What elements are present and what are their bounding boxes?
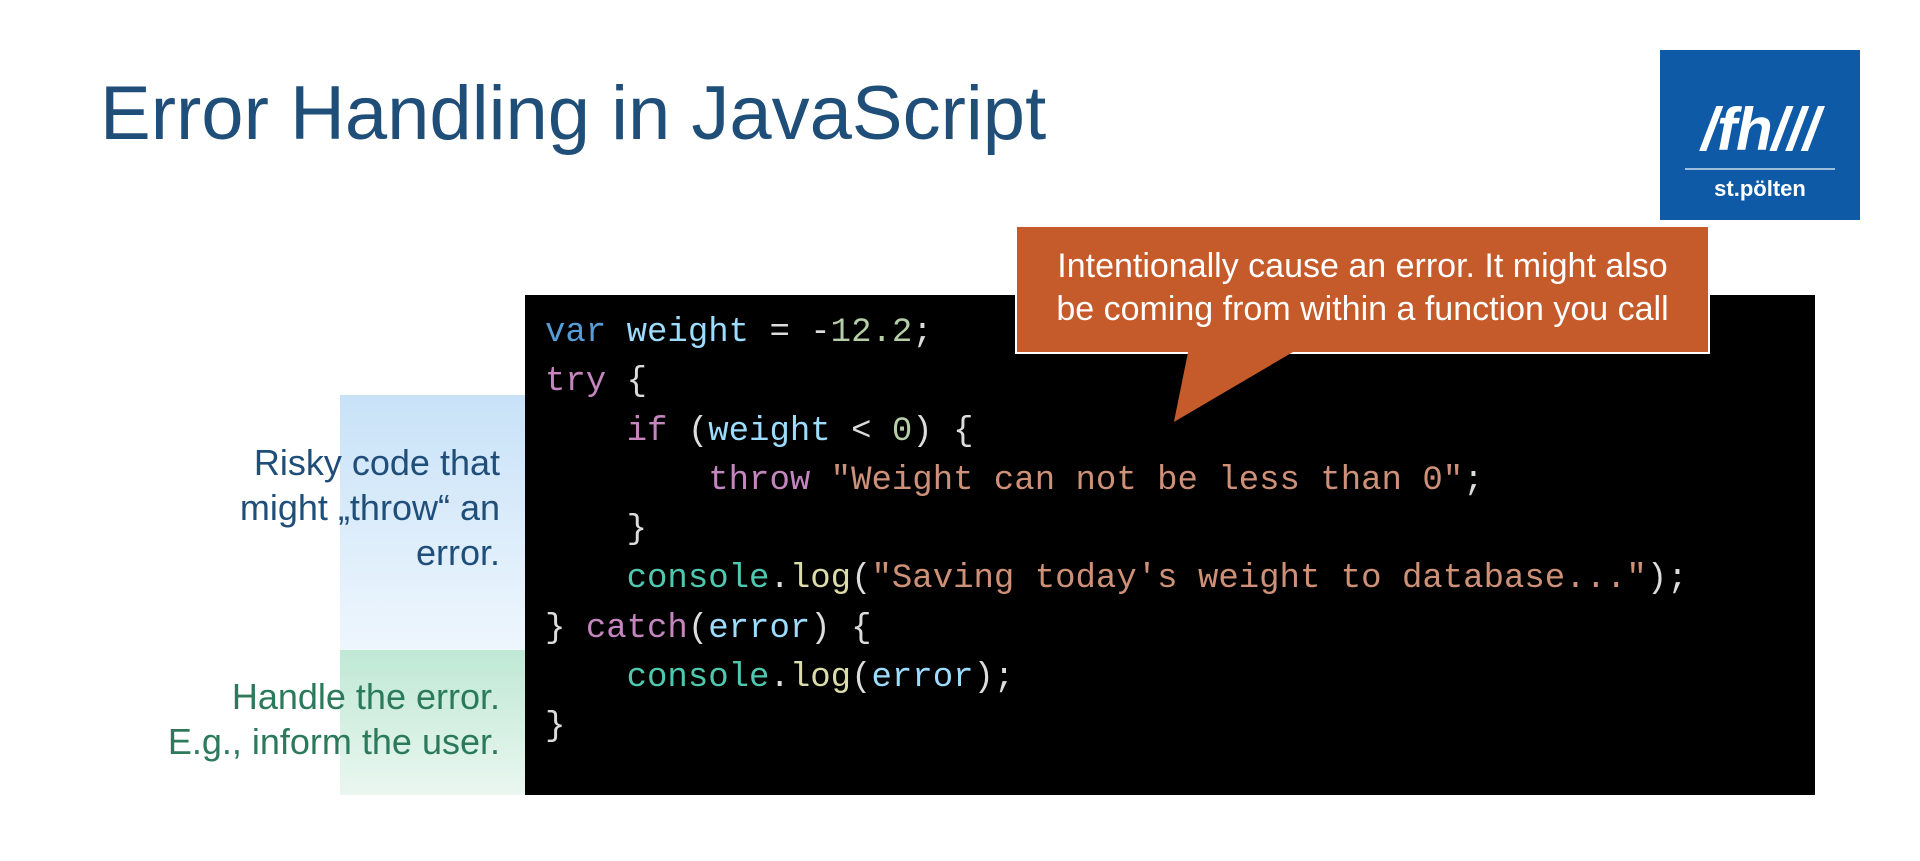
obj-console2: console (627, 659, 770, 697)
fn-log1: log (790, 560, 851, 598)
kw-try: try (545, 363, 606, 401)
str-log1: "Saving today's weight to database..." (871, 560, 1646, 598)
callout-bubble: Intentionally cause an error. It might a… (1015, 225, 1710, 354)
paren-close: ) { (912, 413, 973, 451)
kw-catch: catch (586, 610, 688, 648)
op-assign: = (749, 314, 810, 352)
paren-open: ( (667, 413, 708, 451)
kw-var: var (545, 314, 606, 352)
id-weight: weight (627, 314, 749, 352)
catch-paren-open: ( (688, 610, 708, 648)
fh-logo: /fh/// st.pölten (1660, 50, 1860, 220)
id-weight2: weight (708, 413, 830, 451)
brace-close-catch: } (545, 708, 565, 746)
dot2: . (769, 659, 789, 697)
semi2: ; (1463, 462, 1483, 500)
obj-console1: console (627, 560, 770, 598)
op-lt: < (831, 413, 892, 451)
code-block: var weight = -12.2; try { if (weight < 0… (525, 295, 1815, 795)
slide-title: Error Handling in JavaScript (100, 70, 1046, 157)
str-throw: "Weight can not be less than 0" (831, 462, 1464, 500)
logo-main: /fh/// (1701, 100, 1818, 160)
id-error-arg: error (871, 659, 973, 697)
brace-close-try: } (545, 610, 586, 648)
dot1: . (769, 560, 789, 598)
brace-close-if: } (545, 511, 647, 549)
op-neg: - (810, 314, 830, 352)
semi3: ; (1667, 560, 1687, 598)
num-zero: 0 (892, 413, 912, 451)
id-error: error (708, 610, 810, 648)
annotation-risky: Risky code that might „throw“ an error. (240, 440, 500, 575)
num-val: 12.2 (831, 314, 913, 352)
semi4: ; (994, 659, 1014, 697)
kw-throw: throw (708, 462, 810, 500)
brace-open-try: { (606, 363, 647, 401)
semi1: ; (912, 314, 932, 352)
logo-sub: st.pölten (1685, 168, 1835, 202)
fn-log2: log (790, 659, 851, 697)
annotation-handle: Handle the error. E.g., inform the user. (168, 674, 500, 764)
kw-if: if (627, 413, 668, 451)
catch-paren-close: ) { (810, 610, 871, 648)
